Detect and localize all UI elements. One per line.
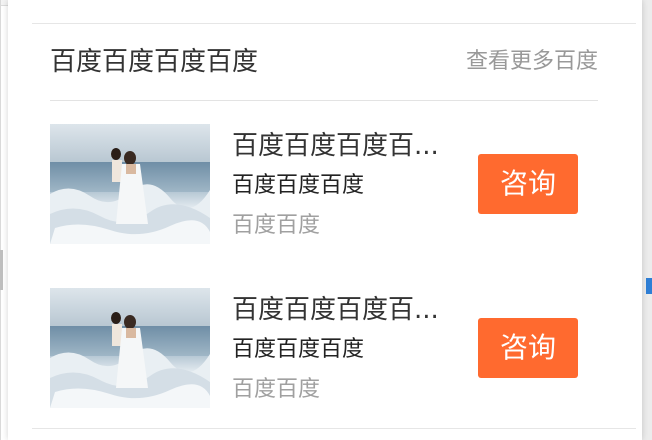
wedding-photo-image (50, 288, 210, 408)
page-left-edge (0, 0, 1, 440)
page-right-scroll-strip[interactable] (642, 0, 652, 440)
consult-button[interactable]: 咨询 (478, 318, 578, 378)
item-subtitle: 百度百度百度 (232, 337, 365, 362)
list-item[interactable]: 百度百度百度百... 百度百度百度 百度百度 咨询 (50, 288, 598, 408)
recommendation-panel: 百度百度百度百度 查看更多百度 百度百度百度百... 百度百度百度 百度百度 咨… (8, 0, 642, 440)
item-meta: 百度百度 (232, 213, 321, 238)
item-thumbnail[interactable] (50, 124, 210, 244)
bottom-divider (32, 428, 636, 429)
header-divider (50, 100, 598, 101)
page-left-marker (0, 250, 3, 290)
item-subtitle: 百度百度百度 (232, 173, 365, 198)
item-thumbnail[interactable] (50, 288, 210, 408)
page-right-marker (646, 278, 652, 294)
view-more-link[interactable]: 查看更多百度 (466, 46, 598, 78)
wedding-photo-image (50, 124, 210, 244)
list-item[interactable]: 百度百度百度百... 百度百度百度 百度百度 咨询 (50, 124, 598, 244)
section-title: 百度百度百度百度 (50, 47, 259, 77)
top-divider (32, 23, 636, 24)
consult-button[interactable]: 咨询 (478, 154, 578, 214)
item-meta: 百度百度 (232, 377, 321, 402)
item-title[interactable]: 百度百度百度百... (232, 128, 464, 164)
item-title[interactable]: 百度百度百度百... (232, 292, 464, 328)
